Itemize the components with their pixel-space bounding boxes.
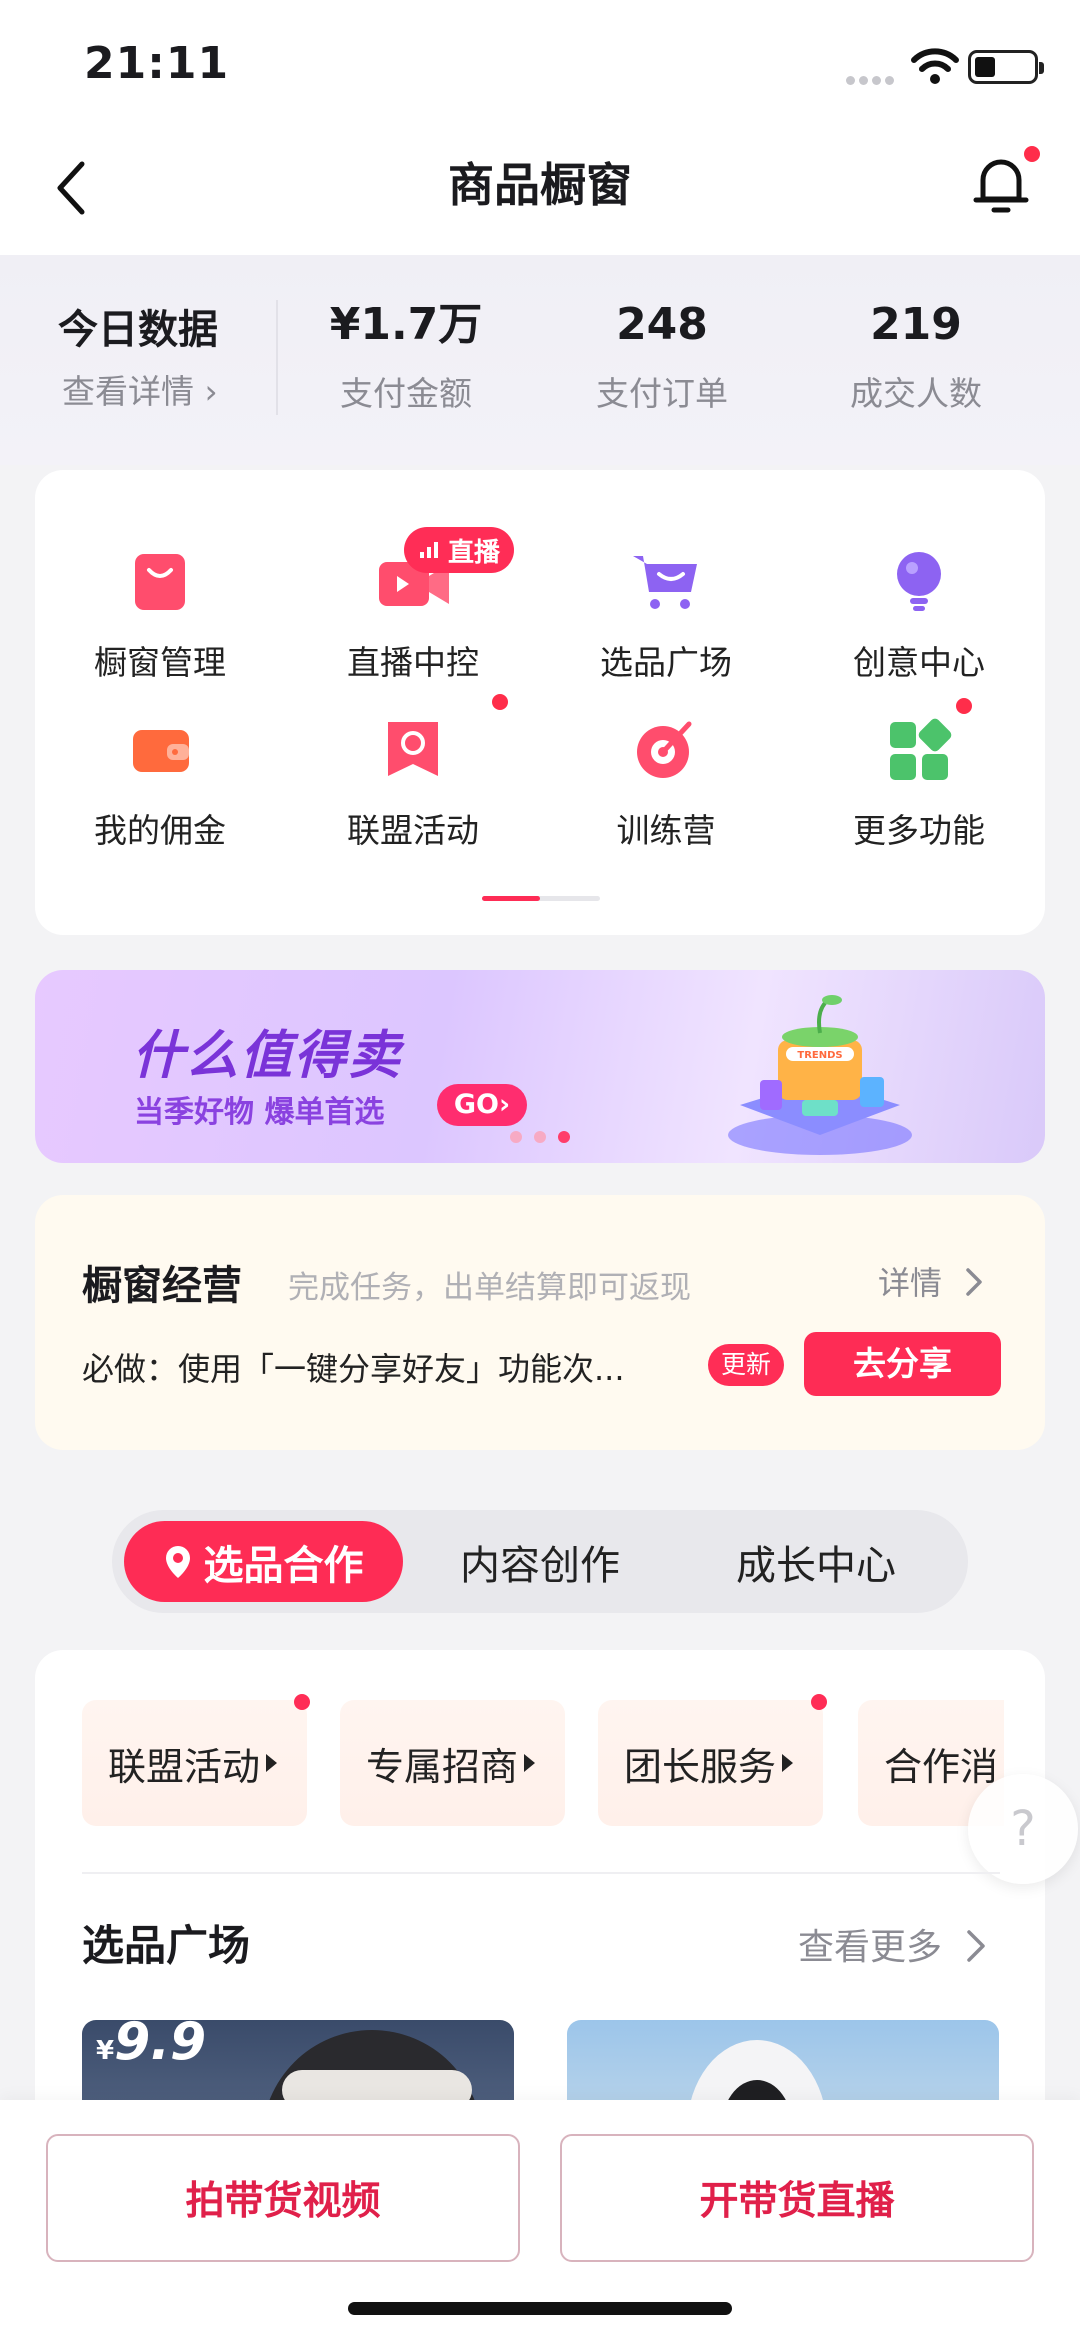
- operations-title: 橱窗经营: [82, 1263, 242, 1309]
- stat-label: 成交人数: [850, 374, 982, 413]
- banner-go-button[interactable]: GO›: [437, 1084, 527, 1126]
- help-button[interactable]: ?: [968, 1774, 1078, 1884]
- start-live-button[interactable]: 开带货直播: [560, 2134, 1034, 2262]
- tab-label: 选品合作: [203, 1542, 364, 1589]
- signal-bars-icon: [420, 542, 438, 558]
- battery-icon: [968, 50, 1044, 84]
- share-button[interactable]: 去分享: [804, 1332, 1001, 1396]
- view-details-link[interactable]: 查看详情 ›: [62, 365, 218, 413]
- banner-pagination: [510, 1128, 582, 1147]
- caret-right-icon: [266, 1754, 278, 1772]
- function-label: 训练营: [616, 811, 716, 850]
- showcase-operations-card: [35, 1195, 1045, 1450]
- wallet-icon: [127, 716, 193, 782]
- lightbulb-icon: [886, 548, 952, 614]
- chip-label: 专属招商: [366, 1744, 519, 1789]
- caret-right-icon: [524, 1754, 536, 1772]
- chip-alliance-events[interactable]: 联盟活动: [82, 1700, 307, 1826]
- function-showcase-management[interactable]: 橱窗管理: [35, 548, 285, 688]
- function-label: 我的佣金: [94, 811, 226, 850]
- tab-selection-cooperation[interactable]: 选品合作: [124, 1521, 403, 1602]
- chip-label: 团长服务: [624, 1744, 777, 1789]
- function-label: 联盟活动: [347, 811, 479, 850]
- plaza-title: 选品广场: [82, 1921, 251, 1970]
- function-more[interactable]: 更多功能: [794, 716, 1044, 856]
- chip-exclusive-recruitment[interactable]: 专属招商: [340, 1700, 565, 1826]
- tab-growth-center[interactable]: 成长中心: [678, 1521, 954, 1602]
- stat-buyers[interactable]: 219 成交人数: [796, 297, 1036, 415]
- signal-icon: [846, 70, 898, 89]
- stat-label: 支付金额: [340, 374, 472, 413]
- product-price: ¥9.9: [96, 2012, 206, 2072]
- operations-subtitle: 完成任务，出单结算即可返现: [288, 1270, 691, 1306]
- chip-dot: [294, 1694, 310, 1710]
- function-my-commission[interactable]: 我的佣金: [35, 716, 285, 856]
- function-selection-plaza[interactable]: 选品广场: [541, 548, 791, 688]
- pager-indicator: [482, 896, 540, 901]
- target-icon: [633, 716, 699, 782]
- live-badge: 直播: [404, 527, 515, 573]
- tab-content-creation[interactable]: 内容创作: [402, 1521, 678, 1602]
- shoot-video-button[interactable]: 拍带货视频: [46, 2134, 520, 2262]
- view-more-link[interactable]: 查看更多: [798, 1918, 989, 1970]
- chip-dot: [811, 1694, 827, 1710]
- shopping-bag-icon: [127, 548, 193, 614]
- function-training-camp[interactable]: 训练营: [541, 716, 791, 856]
- stat-value: 248: [616, 299, 708, 350]
- notification-dot: [1024, 146, 1040, 162]
- operations-task-text: 必做：使用「一键分享好友」功能次...: [82, 1350, 625, 1388]
- caret-right-icon: [782, 1754, 794, 1772]
- flower-badge-icon: [380, 716, 446, 782]
- status-time: 21:11: [84, 38, 230, 89]
- chevron-right-icon: [967, 1930, 986, 1962]
- trends-label: TRENDS: [797, 1050, 842, 1061]
- function-label: 更多功能: [853, 811, 985, 850]
- update-badge: 更新: [708, 1344, 784, 1386]
- operations-detail-link[interactable]: 详情: [878, 1258, 986, 1304]
- function-label: 创意中心: [853, 643, 985, 682]
- function-label: 直播中控: [347, 643, 479, 682]
- page-title: 商品橱窗: [448, 158, 632, 212]
- cart-icon: [629, 548, 703, 614]
- function-alliance-events[interactable]: 联盟活动: [288, 716, 538, 856]
- function-grid-card: [35, 470, 1045, 935]
- stat-value: 219: [870, 299, 962, 350]
- stat-payment-amount[interactable]: ¥1.7万 支付金额: [286, 297, 526, 415]
- alliance-events-dot: [492, 694, 508, 710]
- divider: [276, 300, 278, 415]
- stat-label: 支付订单: [596, 374, 728, 413]
- function-label: 橱窗管理: [94, 643, 226, 682]
- banner-title: 什么值得卖: [132, 1026, 403, 1086]
- home-indicator: [348, 2302, 732, 2315]
- function-label: 选品广场: [600, 643, 732, 682]
- location-pin-icon: [165, 1545, 190, 1578]
- function-creative-center[interactable]: 创意中心: [794, 548, 1044, 688]
- live-badge-label: 直播: [448, 537, 501, 568]
- banner-subtitle: 当季好物 爆单首选: [134, 1095, 385, 1130]
- price-currency: ¥: [96, 2036, 115, 2066]
- wifi-icon: [910, 46, 960, 86]
- stat-payment-orders[interactable]: 248 支付订单: [542, 297, 782, 415]
- stat-value: ¥1.7万: [329, 299, 483, 350]
- chevron-right-icon: [966, 1268, 982, 1296]
- divider: [82, 1872, 1000, 1874]
- trends-illustration: TRENDS: [720, 985, 920, 1160]
- detail-label: 详情: [878, 1264, 943, 1302]
- chip-label: 合作消: [884, 1744, 999, 1789]
- grid-icon: [886, 716, 952, 782]
- chip-leader-service[interactable]: 团长服务: [598, 1700, 823, 1826]
- chip-label: 联盟活动: [108, 1744, 261, 1789]
- today-title: 今日数据: [58, 307, 218, 353]
- more-functions-dot: [956, 698, 972, 714]
- price-value: 9.9: [114, 2012, 207, 2072]
- view-more-label: 查看更多: [798, 1927, 943, 1968]
